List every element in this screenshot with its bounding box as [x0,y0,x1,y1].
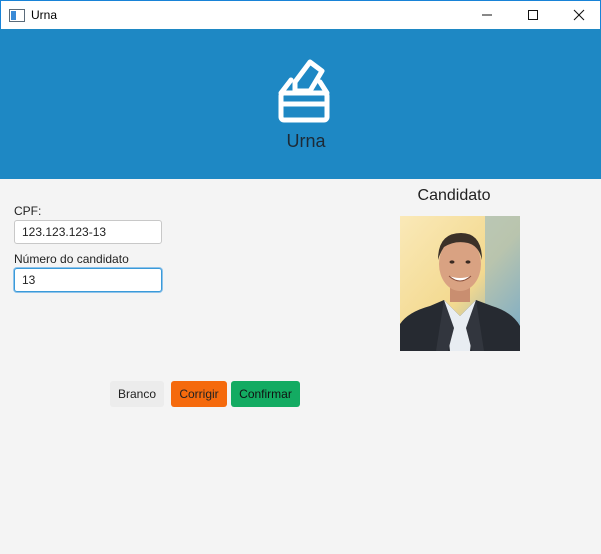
header-title: Urna [286,131,326,151]
minimize-button[interactable] [464,1,510,29]
ballot-box-icon [278,59,330,123]
candidate-number-input[interactable] [14,268,162,292]
maximize-icon [528,10,538,20]
maximize-button[interactable] [510,1,556,29]
close-button[interactable] [556,1,601,29]
candidate-number-label: Número do candidato [14,252,129,266]
app-icon [9,9,25,22]
minimize-icon [482,14,492,16]
cpf-input[interactable] [14,220,162,244]
title-bar: Urna [0,0,601,29]
candidate-photo [400,216,520,351]
corrigir-button[interactable]: Corrigir [171,381,227,407]
branco-button[interactable]: Branco [110,381,164,407]
close-icon [573,9,585,21]
window-title: Urna [31,8,58,22]
confirmar-button[interactable]: Confirmar [231,381,300,407]
candidate-title: Candidato [417,187,491,204]
app-header: Urna [0,29,601,179]
cpf-label: CPF: [14,204,42,218]
